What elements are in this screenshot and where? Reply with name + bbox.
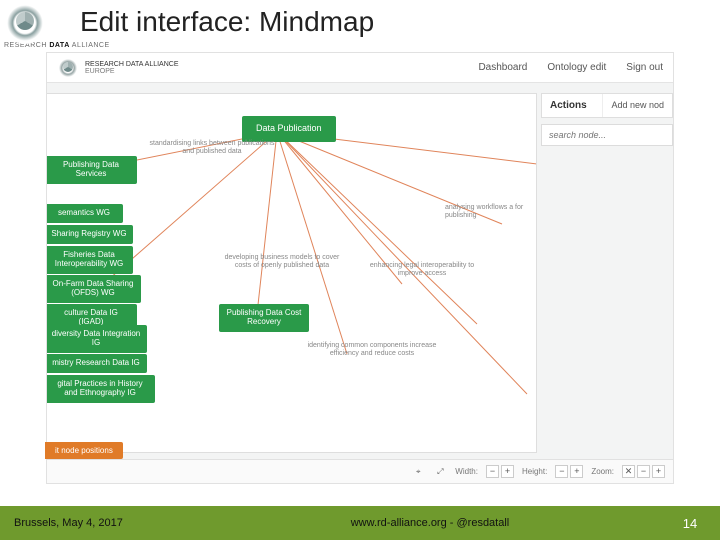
rda-ring-icon (4, 2, 46, 44)
app-nav: Dashboard Ontology edit Sign out (478, 62, 663, 73)
node-left-1[interactable]: Sharing Registry WG (47, 225, 133, 244)
height-label: Height: (522, 467, 547, 476)
node-left-3[interactable]: On-Farm Data Sharing (OFDS) WG (47, 275, 141, 303)
width-stepper: − + (486, 465, 514, 478)
mindmap-canvas[interactable]: Data Publication Publishing Data Cost Re… (47, 93, 537, 453)
sidebar: Actions Add new nod (541, 93, 673, 146)
edge-label-4: identifying common components increase e… (297, 342, 447, 359)
app-logo: RESEARCH DATA ALLIANCE EUROPE (57, 57, 179, 79)
zoom-stepper: ✕ − + (622, 465, 665, 478)
app-org-sub: EUROPE (85, 68, 179, 75)
width-label: Width: (455, 467, 478, 476)
slide-title: Edit interface: Mindmap (80, 6, 374, 38)
nav-dashboard[interactable]: Dashboard (478, 62, 527, 73)
search-node-input[interactable] (541, 124, 673, 146)
app-window: RESEARCH DATA ALLIANCE EUROPE Dashboard … (46, 52, 674, 484)
node-central[interactable]: Data Publication (242, 116, 336, 142)
node-left-7[interactable]: gital Practices in History and Ethnograp… (47, 375, 155, 403)
edge-label-3: enhancing legal interoperability to impr… (357, 262, 487, 279)
recenter-icon[interactable]: ⌖ (411, 465, 425, 479)
node-child-cost-recovery[interactable]: Publishing Data Cost Recovery (219, 304, 309, 332)
zoom-increase-button[interactable]: + (652, 465, 665, 478)
node-left-2[interactable]: Fisheries Data Interoperability WG (47, 246, 133, 274)
width-increase-button[interactable]: + (501, 465, 514, 478)
zoom-out-button[interactable]: ✕ (622, 465, 635, 478)
zoom-decrease-button[interactable]: − (637, 465, 650, 478)
height-increase-button[interactable]: + (570, 465, 583, 478)
node-publishing-data-services[interactable]: Publishing Data Services (47, 156, 137, 184)
app-org-name: RESEARCH DATA ALLIANCE (85, 61, 179, 68)
nav-ontology-edit[interactable]: Ontology edit (547, 62, 606, 73)
node-left-5[interactable]: diversity Data Integration IG (47, 325, 147, 353)
edge-label-5: analysing workflows a for publishing (445, 204, 537, 221)
footer-page-number: 14 (660, 516, 720, 531)
footer-url-handle: www.rd-alliance.org - @resdatall (200, 517, 660, 529)
footer-location-date: Brussels, May 4, 2017 (0, 517, 200, 529)
canvas-toolbar: ⌖ ⤢ Width: − + Height: − + Zoom: ✕ − + (47, 459, 673, 483)
zoom-label: Zoom: (591, 467, 614, 476)
add-node-button[interactable]: Add new nod (602, 94, 672, 117)
actions-panel-header: Actions Add new nod (541, 93, 673, 118)
node-left-0[interactable]: semantics WG (47, 204, 123, 223)
edge-label-1: standardising links between publications… (147, 140, 277, 157)
slide-footer: Brussels, May 4, 2017 www.rd-alliance.or… (0, 506, 720, 540)
app-header: RESEARCH DATA ALLIANCE EUROPE Dashboard … (47, 53, 673, 83)
height-decrease-button[interactable]: − (555, 465, 568, 478)
rda-ring-icon (57, 57, 79, 79)
search-node-wrap (541, 124, 673, 146)
node-left-6[interactable]: mistry Research Data IG (47, 354, 147, 373)
edge-label-2: developing business models to cover cost… (217, 254, 347, 271)
expand-icon[interactable]: ⤢ (433, 465, 447, 479)
height-stepper: − + (555, 465, 583, 478)
width-decrease-button[interactable]: − (486, 465, 499, 478)
nav-sign-out[interactable]: Sign out (626, 62, 663, 73)
actions-label: Actions (542, 94, 602, 117)
reset-node-positions-button[interactable]: it node positions (45, 442, 123, 459)
